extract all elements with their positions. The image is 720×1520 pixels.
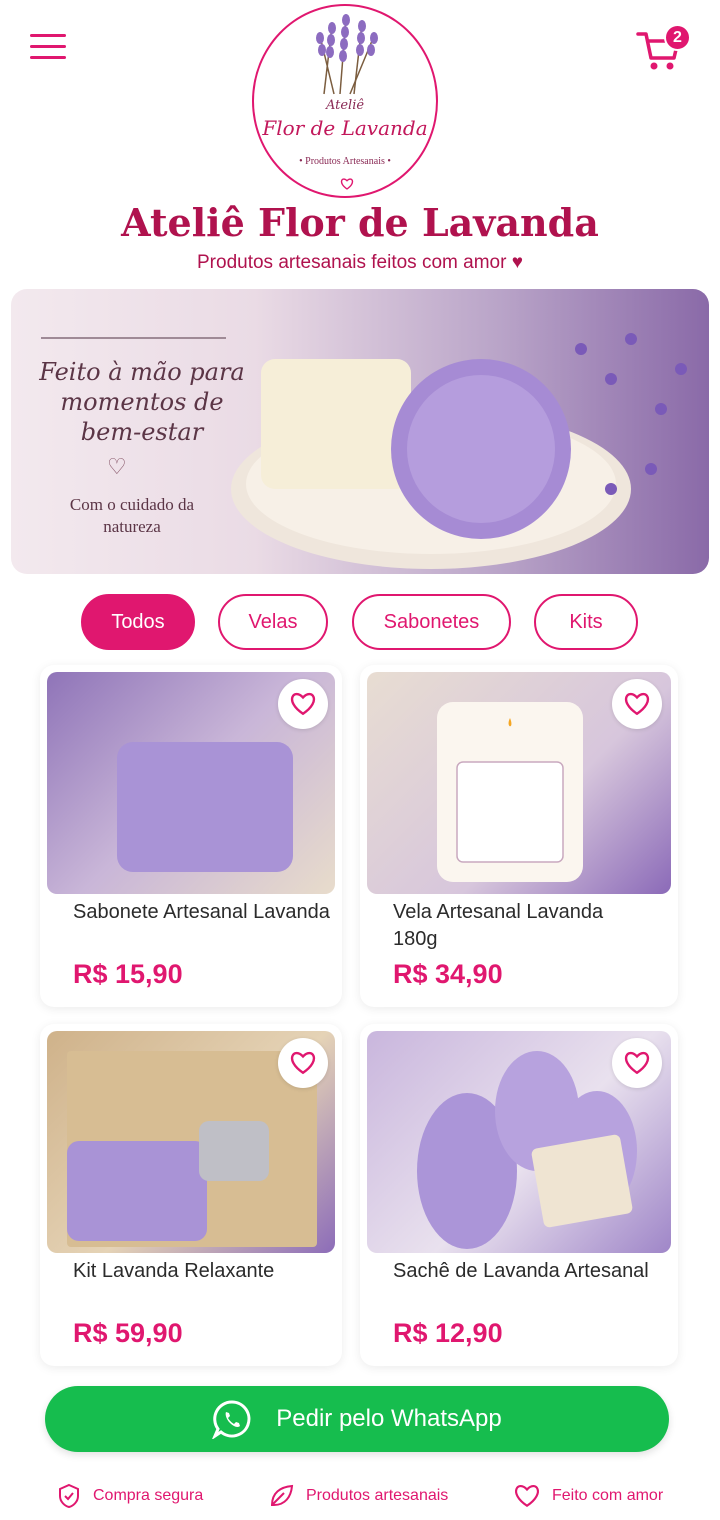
whatsapp-icon xyxy=(212,1400,251,1439)
leaf-icon xyxy=(270,1484,294,1506)
filter-chip-velas[interactable]: Velas xyxy=(218,594,328,650)
favorite-heart-icon[interactable] xyxy=(278,1038,328,1088)
page-title: Ateliê Flor de Lavanda xyxy=(121,200,599,245)
hero-heart-icon: ♡ xyxy=(107,454,127,479)
filter-chip-kits[interactable]: Kits xyxy=(534,594,638,650)
logo-heart-icon xyxy=(340,178,354,190)
product-name: Sabonete Artesanal Lavanda xyxy=(73,901,330,923)
hero-banner: Feito à mão para momentos de bem-estar ♡… xyxy=(11,289,709,574)
filter-chip-sabonetes[interactable]: Sabonetes xyxy=(352,594,511,650)
favorite-heart-icon[interactable] xyxy=(612,1038,662,1088)
whatsapp-order-button[interactable]: Pedir pelo WhatsApp xyxy=(45,1386,669,1452)
product-card[interactable]: Vela Artesanal Lavanda 180g R$ 34,90 xyxy=(360,665,678,1007)
hero-headline: Feito à mão para momentos de bem-estar xyxy=(39,358,245,446)
favorite-heart-icon[interactable] xyxy=(278,679,328,729)
trust-footer: Compra segura Produtos artesanais Feito … xyxy=(0,1476,720,1516)
footer-item-produtos-artesanais: Produtos artesanais xyxy=(268,1476,448,1516)
logo-line-1: Ateliê xyxy=(325,98,365,113)
product-name: Sachê de Lavanda Artesanal xyxy=(393,1260,649,1282)
product-card[interactable]: Sabonete Artesanal Lavanda R$ 15,90 xyxy=(40,665,342,1007)
product-price: R$ 15,90 xyxy=(73,959,183,989)
logo-line-2: Flor de Lavanda xyxy=(262,116,428,140)
product-price: R$ 12,90 xyxy=(393,1318,503,1348)
hero-note: Com o cuidado da natureza xyxy=(69,495,195,536)
product-name: Kit Lavanda Relaxante xyxy=(73,1260,275,1282)
page-subtitle: Produtos artesanais feitos com amor ♥ xyxy=(197,252,523,273)
lavender-illustration-icon xyxy=(316,14,378,95)
category-filters: Todos Velas Sabonetes Kits xyxy=(0,594,720,650)
product-card[interactable]: Kit Lavanda Relaxante R$ 59,90 xyxy=(40,1024,342,1366)
whatsapp-button-label: Pedir pelo WhatsApp xyxy=(276,1405,502,1432)
footer-item-feito-com-amor: Feito com amor xyxy=(514,1476,663,1516)
favorite-heart-icon[interactable] xyxy=(612,679,662,729)
shield-check-icon xyxy=(59,1483,79,1509)
footer-label: Produtos artesanais xyxy=(306,1487,449,1504)
product-card[interactable]: Sachê de Lavanda Artesanal R$ 12,90 xyxy=(360,1024,678,1366)
product-price: R$ 34,90 xyxy=(393,959,503,989)
hero-divider xyxy=(41,337,226,339)
footer-item-compra-segura: Compra segura xyxy=(57,1476,203,1516)
product-price: R$ 59,90 xyxy=(73,1318,183,1348)
product-name: Vela Artesanal Lavanda 180g xyxy=(393,901,604,950)
cart-count-badge: 2 xyxy=(664,24,691,51)
brand-logo[interactable]: Ateliê Flor de Lavanda • Produtos Artesa… xyxy=(252,4,438,198)
hamburger-menu-icon[interactable] xyxy=(30,34,66,66)
footer-label: Compra segura xyxy=(93,1487,204,1504)
header: Ateliê Flor de Lavanda • Produtos Artesa… xyxy=(0,0,720,200)
heart-icon xyxy=(515,1485,539,1508)
footer-label: Feito com amor xyxy=(552,1487,664,1504)
logo-line-3: • Produtos Artesanais • xyxy=(299,156,391,167)
filter-chip-todos[interactable]: Todos xyxy=(81,594,195,650)
